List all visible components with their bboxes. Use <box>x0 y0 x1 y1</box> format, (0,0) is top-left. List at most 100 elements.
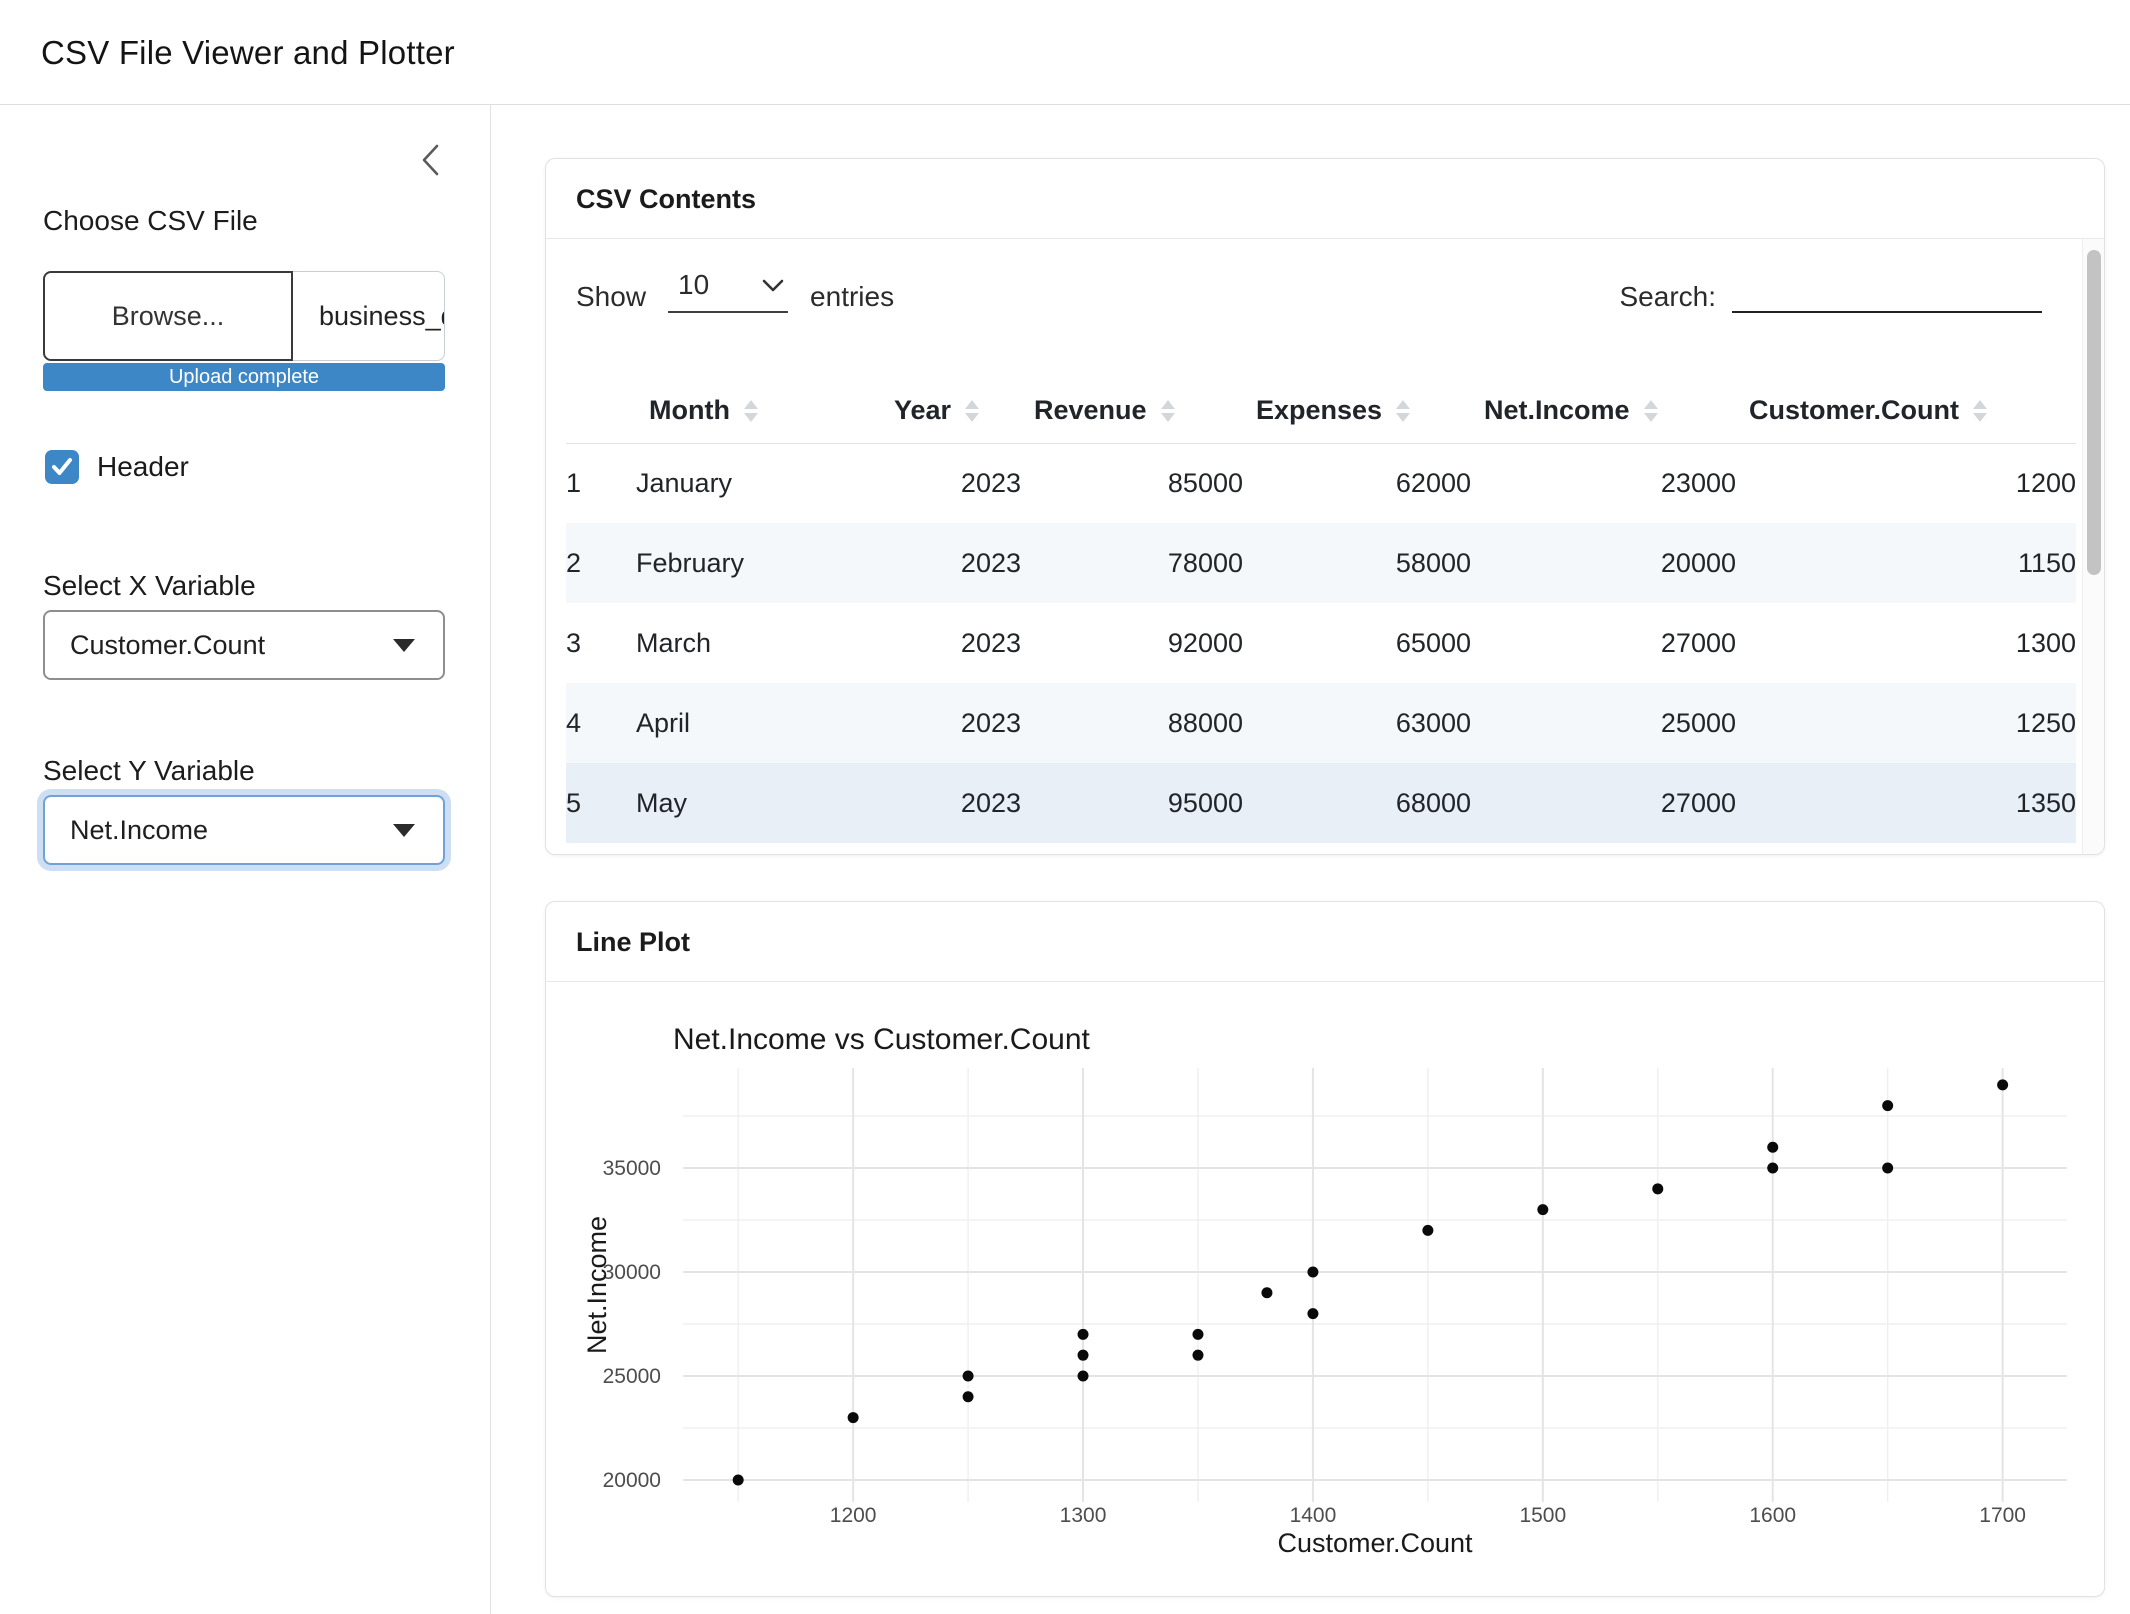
column-header-Customer.Count[interactable]: Customer.Count <box>1736 379 2076 443</box>
column-header-Revenue[interactable]: Revenue <box>1021 379 1243 443</box>
file-input: Browse... business_data.csv <box>43 271 445 361</box>
x-tick-label: 1200 <box>830 1504 877 1527</box>
header-checkbox-label: Header <box>97 451 189 483</box>
entries-label: entries <box>810 281 894 313</box>
table-cell: 2023 <box>881 683 1021 763</box>
column-header-Net.Income[interactable]: Net.Income <box>1471 379 1736 443</box>
table-cell: 2023 <box>881 763 1021 843</box>
table-cell: March <box>636 603 881 683</box>
column-label: Expenses <box>1256 395 1382 426</box>
table-cell: 2023 <box>881 523 1021 603</box>
data-point <box>1078 1370 1089 1381</box>
column-header-Month[interactable]: Month <box>636 379 881 443</box>
table-cell: 3 <box>566 603 636 683</box>
y-variable-label: Select Y Variable <box>43 755 255 787</box>
plot-card-body: 1200130014001500160017002000025000300003… <box>546 982 2104 1596</box>
sort-icon <box>1396 400 1410 422</box>
column-header-Year[interactable]: Year <box>881 379 1021 443</box>
data-point <box>1422 1225 1433 1236</box>
data-point <box>1078 1329 1089 1340</box>
table-cell: 1150 <box>1736 523 2076 603</box>
y-tick-label: 25000 <box>603 1365 661 1388</box>
search-input[interactable] <box>1732 271 2042 313</box>
page-title: CSV File Viewer and Plotter <box>41 0 455 105</box>
check-icon <box>51 457 73 477</box>
x-variable-label: Select X Variable <box>43 570 256 602</box>
sort-icon <box>1161 400 1175 422</box>
csv-table: Month Year Revenue Expenses Net.Income Custom… <box>566 379 2076 843</box>
table-cell: 85000 <box>1021 443 1243 523</box>
caret-down-icon <box>393 639 415 652</box>
table-cell: 68000 <box>1243 763 1471 843</box>
table-scrollbar-track[interactable] <box>2082 239 2104 854</box>
data-point <box>963 1370 974 1381</box>
file-name-field[interactable]: business_data.csv <box>293 271 445 361</box>
x-tick-label: 1500 <box>1519 1504 1566 1527</box>
column-label: Revenue <box>1034 395 1147 426</box>
y-variable-select[interactable]: Net.Income <box>43 795 445 865</box>
app-root: CSV File Viewer and Plotter Choose CSV F… <box>0 0 2130 1614</box>
page-length-select[interactable]: 10 <box>668 269 788 313</box>
column-label: Year <box>894 395 951 426</box>
show-label: Show <box>576 281 646 313</box>
table-header-row: Month Year Revenue Expenses Net.Income Custom… <box>566 379 2076 443</box>
file-input-label: Choose CSV File <box>43 205 258 237</box>
y-axis-title: Net.Income <box>582 1216 612 1354</box>
data-point <box>1767 1163 1778 1174</box>
table-cell: May <box>636 763 881 843</box>
column-header-index <box>566 379 636 443</box>
data-point <box>1537 1204 1548 1215</box>
scatter-plot: 1200130014001500160017002000025000300003… <box>546 982 2104 1597</box>
column-label: Net.Income <box>1484 395 1630 426</box>
table-cell: 25000 <box>1471 683 1736 763</box>
table-cell: January <box>636 443 881 523</box>
sidebar: Choose CSV File Browse... business_data.… <box>0 105 491 1614</box>
table-cell: 27000 <box>1471 603 1736 683</box>
table-row[interactable]: 1January20238500062000230001200 <box>566 443 2076 523</box>
csv-card-title: CSV Contents <box>546 159 2104 239</box>
page-length-control: Show 10 entries <box>576 269 894 313</box>
data-point <box>1192 1350 1203 1361</box>
sidebar-collapse-button[interactable] <box>418 143 444 177</box>
table-cell: 1200 <box>1736 443 2076 523</box>
table-row[interactable]: 5May20239500068000270001350 <box>566 763 2076 843</box>
csv-contents-card: CSV Contents Show 10 entries Search: <box>545 158 2105 855</box>
table-cell: 62000 <box>1243 443 1471 523</box>
data-point <box>1882 1163 1893 1174</box>
column-header-Expenses[interactable]: Expenses <box>1243 379 1471 443</box>
table-cell: 20000 <box>1471 523 1736 603</box>
data-point <box>1307 1267 1318 1278</box>
table-scrollbar-thumb[interactable] <box>2087 250 2101 575</box>
column-label: Customer.Count <box>1749 395 1959 426</box>
table-cell: 4 <box>566 683 636 763</box>
table-cell: 23000 <box>1471 443 1736 523</box>
caret-down-icon <box>393 824 415 837</box>
data-point <box>848 1412 859 1423</box>
table-row[interactable]: 2February20237800058000200001150 <box>566 523 2076 603</box>
plot-card-title: Line Plot <box>546 902 2104 982</box>
table-cell: 2 <box>566 523 636 603</box>
x-tick-label: 1600 <box>1749 1504 1796 1527</box>
browse-button[interactable]: Browse... <box>43 271 293 361</box>
search-label: Search: <box>1620 281 1717 313</box>
chevron-left-icon <box>418 143 444 177</box>
data-point <box>1078 1350 1089 1361</box>
data-point <box>1307 1308 1318 1319</box>
y-tick-label: 20000 <box>603 1469 661 1492</box>
data-point <box>1652 1183 1663 1194</box>
x-tick-label: 1300 <box>1060 1504 1107 1527</box>
header-checkbox[interactable] <box>45 450 79 484</box>
csv-card-body: Show 10 entries Search: Month Year Revenue… <box>546 239 2104 854</box>
table-row[interactable]: 4April20238800063000250001250 <box>566 683 2076 763</box>
data-point <box>1997 1079 2008 1090</box>
x-axis-title: Customer.Count <box>1277 1528 1473 1558</box>
app-header: CSV File Viewer and Plotter <box>0 0 2130 105</box>
x-variable-select[interactable]: Customer.Count <box>43 610 445 680</box>
data-point <box>1767 1142 1778 1153</box>
data-point <box>1882 1100 1893 1111</box>
table-row[interactable]: 3March20239200065000270001300 <box>566 603 2076 683</box>
chart-title: Net.Income vs Customer.Count <box>673 1023 1091 1056</box>
table-cell: 1 <box>566 443 636 523</box>
line-plot-card: Line Plot 120013001400150016001700200002… <box>545 901 2105 1597</box>
sort-icon <box>965 400 979 422</box>
